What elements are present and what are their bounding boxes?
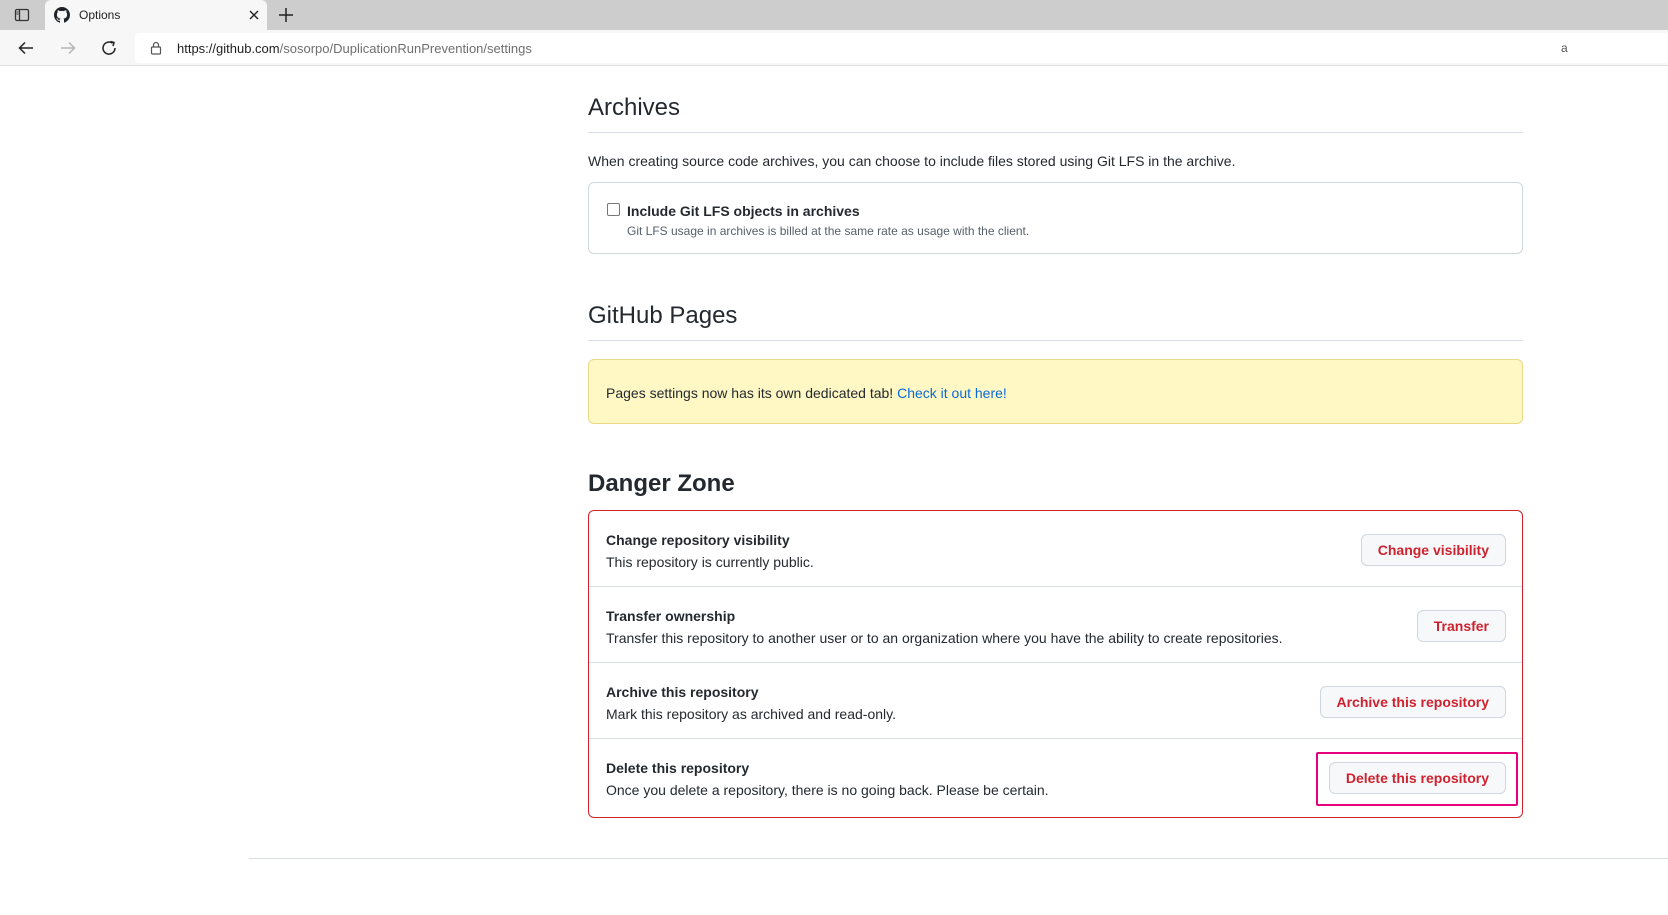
tab-title: Options (79, 8, 121, 22)
danger-row-visibility: Change repository visibility This reposi… (589, 511, 1522, 587)
url-text: https://github.com/sosorpo/DuplicationRu… (177, 41, 532, 56)
read-aloud-icon[interactable]: a (1561, 41, 1568, 55)
url-path: /sosorpo/DuplicationRunPrevention/settin… (279, 41, 532, 56)
row-description: Transfer this repository to another user… (606, 630, 1283, 646)
forward-icon[interactable] (57, 37, 79, 59)
lfs-option-box: Include Git LFS objects in archives Git … (588, 182, 1523, 254)
lock-icon[interactable] (149, 41, 163, 55)
danger-row-archive: Archive this repository Mark this reposi… (589, 663, 1522, 739)
url-field[interactable]: https://github.com/sosorpo/DuplicationRu… (135, 33, 1668, 63)
row-description: Mark this repository as archived and rea… (606, 706, 896, 722)
pages-settings-link[interactable]: Check it out here! (897, 385, 1007, 401)
footer-divider (249, 858, 1668, 859)
reload-icon[interactable] (98, 37, 120, 59)
archives-description: When creating source code archives, you … (588, 153, 1236, 169)
close-icon[interactable] (247, 8, 261, 22)
row-title: Delete this repository (606, 760, 750, 776)
danger-row-transfer: Transfer ownership Transfer this reposit… (589, 587, 1522, 663)
archive-repository-button[interactable]: Archive this repository (1319, 686, 1506, 718)
change-visibility-button[interactable]: Change visibility (1360, 534, 1506, 566)
browser-tab-bar: Options (0, 0, 1668, 30)
row-description: This repository is currently public. (606, 554, 814, 570)
new-tab-icon[interactable] (276, 5, 296, 25)
row-description: Once you delete a repository, there is n… (606, 782, 1049, 798)
tab-actions-icon[interactable] (8, 4, 36, 26)
back-icon[interactable] (15, 37, 37, 59)
address-bar: https://github.com/sosorpo/DuplicationRu… (0, 30, 1668, 66)
pages-flash-text: Pages settings now has its own dedicated… (606, 385, 1007, 401)
pages-flash-message: Pages settings now has its own dedicated… (606, 385, 898, 401)
row-title: Archive this repository (606, 684, 759, 700)
lfs-checkbox-label[interactable]: Include Git LFS objects in archives (627, 203, 860, 219)
delete-repository-button[interactable]: Delete this repository (1328, 762, 1506, 794)
danger-zone-heading: Danger Zone (588, 470, 735, 497)
transfer-button[interactable]: Transfer (1416, 610, 1506, 642)
github-icon (54, 7, 70, 23)
danger-zone-box: Change repository visibility This reposi… (588, 510, 1523, 818)
lfs-checkbox[interactable] (607, 203, 620, 216)
pages-heading: GitHub Pages (588, 302, 1523, 341)
row-title: Change repository visibility (606, 532, 790, 548)
danger-row-delete: Delete this repository Once you delete a… (589, 739, 1522, 815)
lfs-note: Git LFS usage in archives is billed at t… (627, 224, 1030, 238)
pages-flash-notice: Pages settings now has its own dedicated… (588, 359, 1523, 424)
archives-heading: Archives (588, 94, 1523, 133)
row-title: Transfer ownership (606, 608, 736, 624)
url-host: https://github.com (177, 41, 280, 56)
browser-tab[interactable]: Options (45, 0, 267, 30)
